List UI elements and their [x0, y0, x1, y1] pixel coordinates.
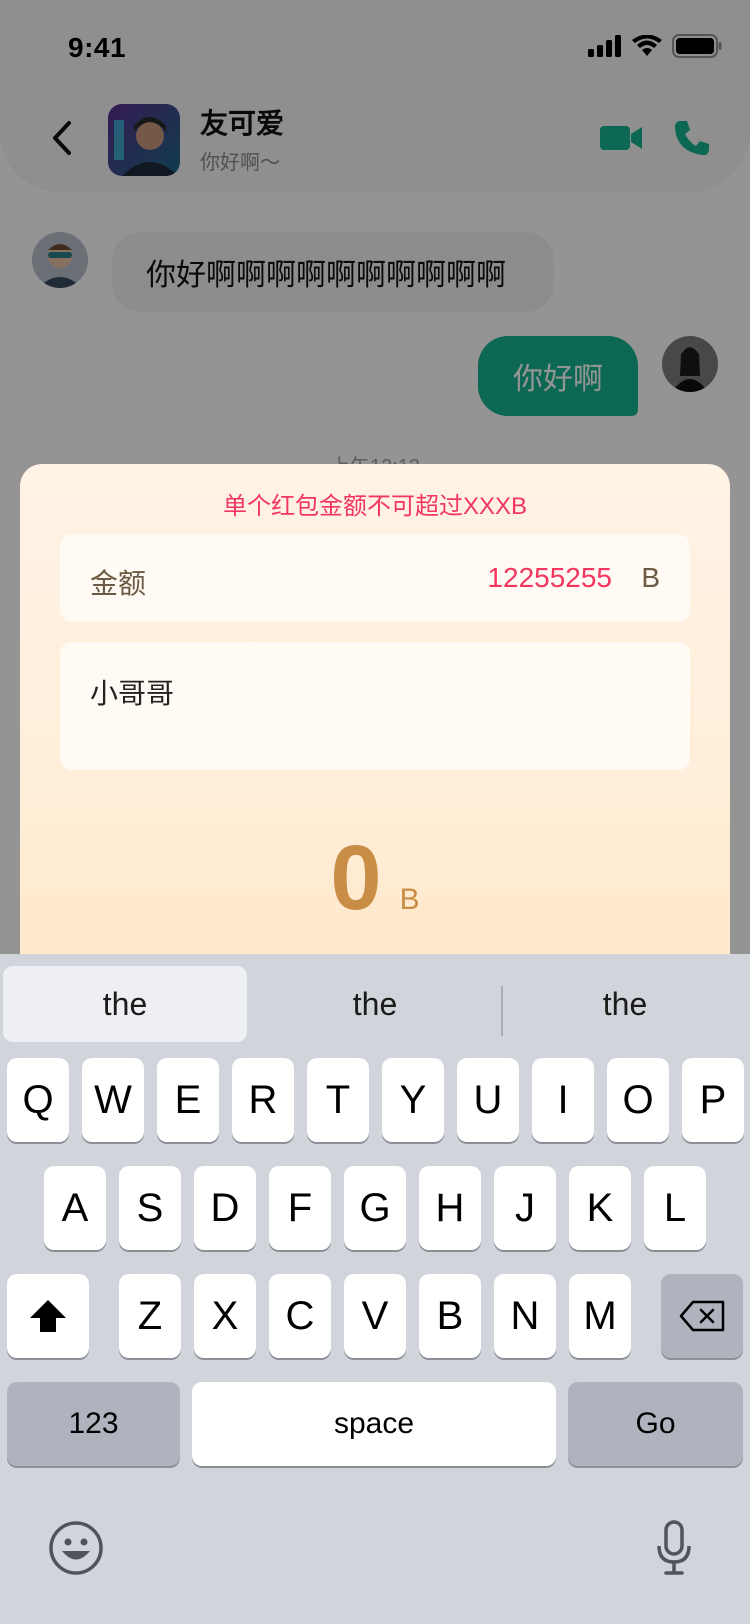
amount-unit: B: [641, 562, 660, 593]
keyboard: the the the Q W E R T Y U I O P A S D F …: [0, 954, 750, 1624]
shift-key[interactable]: [7, 1274, 89, 1358]
key-z[interactable]: Z: [119, 1274, 181, 1358]
suggestion-2[interactable]: the: [253, 966, 497, 1042]
key-g[interactable]: G: [344, 1166, 406, 1250]
key-j[interactable]: J: [494, 1166, 556, 1250]
red-packet-sheet: 单个红包金额不可超过XXXB 金额 12255255 B 小哥哥 0 B: [20, 464, 730, 984]
suggestion-3[interactable]: the: [503, 966, 747, 1042]
key-n[interactable]: N: [494, 1274, 556, 1358]
key-w[interactable]: W: [82, 1058, 144, 1142]
key-e[interactable]: E: [157, 1058, 219, 1142]
key-t[interactable]: T: [307, 1058, 369, 1142]
key-x[interactable]: X: [194, 1274, 256, 1358]
suggestion-bar: the the the: [0, 966, 750, 1042]
key-m[interactable]: M: [569, 1274, 631, 1358]
key-f[interactable]: F: [269, 1166, 331, 1250]
key-v[interactable]: V: [344, 1274, 406, 1358]
key-a[interactable]: A: [44, 1166, 106, 1250]
amount-input[interactable]: 12255255: [487, 562, 612, 594]
space-key[interactable]: space: [192, 1382, 556, 1466]
total-value: 0: [330, 827, 382, 929]
total-amount: 0 B: [20, 832, 730, 924]
suggestion-1[interactable]: the: [3, 966, 247, 1042]
total-unit: B: [399, 883, 420, 916]
emoji-button[interactable]: [48, 1520, 104, 1581]
amount-field[interactable]: 金额 12255255 B: [60, 534, 690, 622]
key-s[interactable]: S: [119, 1166, 181, 1250]
note-input[interactable]: 小哥哥: [90, 672, 174, 712]
key-d[interactable]: D: [194, 1166, 256, 1250]
note-field[interactable]: 小哥哥: [60, 642, 690, 770]
go-key[interactable]: Go: [568, 1382, 743, 1466]
key-b[interactable]: B: [419, 1274, 481, 1358]
key-c[interactable]: C: [269, 1274, 331, 1358]
amount-label: 金额: [90, 568, 147, 599]
key-i[interactable]: I: [532, 1058, 594, 1142]
backspace-key[interactable]: [661, 1274, 743, 1358]
key-y[interactable]: Y: [382, 1058, 444, 1142]
key-l[interactable]: L: [644, 1166, 706, 1250]
key-k[interactable]: K: [569, 1166, 631, 1250]
shift-arrow-icon: [30, 1300, 66, 1332]
emoji-icon: [49, 1521, 103, 1575]
dictation-button[interactable]: [656, 1520, 692, 1581]
key-p[interactable]: P: [682, 1058, 744, 1142]
key-u[interactable]: U: [457, 1058, 519, 1142]
key-q[interactable]: Q: [7, 1058, 69, 1142]
numbers-key[interactable]: 123: [7, 1382, 180, 1466]
key-o[interactable]: O: [607, 1058, 669, 1142]
limit-warning: 单个红包金额不可超过XXXB: [222, 493, 528, 520]
key-r[interactable]: R: [232, 1058, 294, 1142]
key-h[interactable]: H: [419, 1166, 481, 1250]
backspace-icon: [679, 1300, 725, 1332]
microphone-icon: [657, 1520, 691, 1575]
